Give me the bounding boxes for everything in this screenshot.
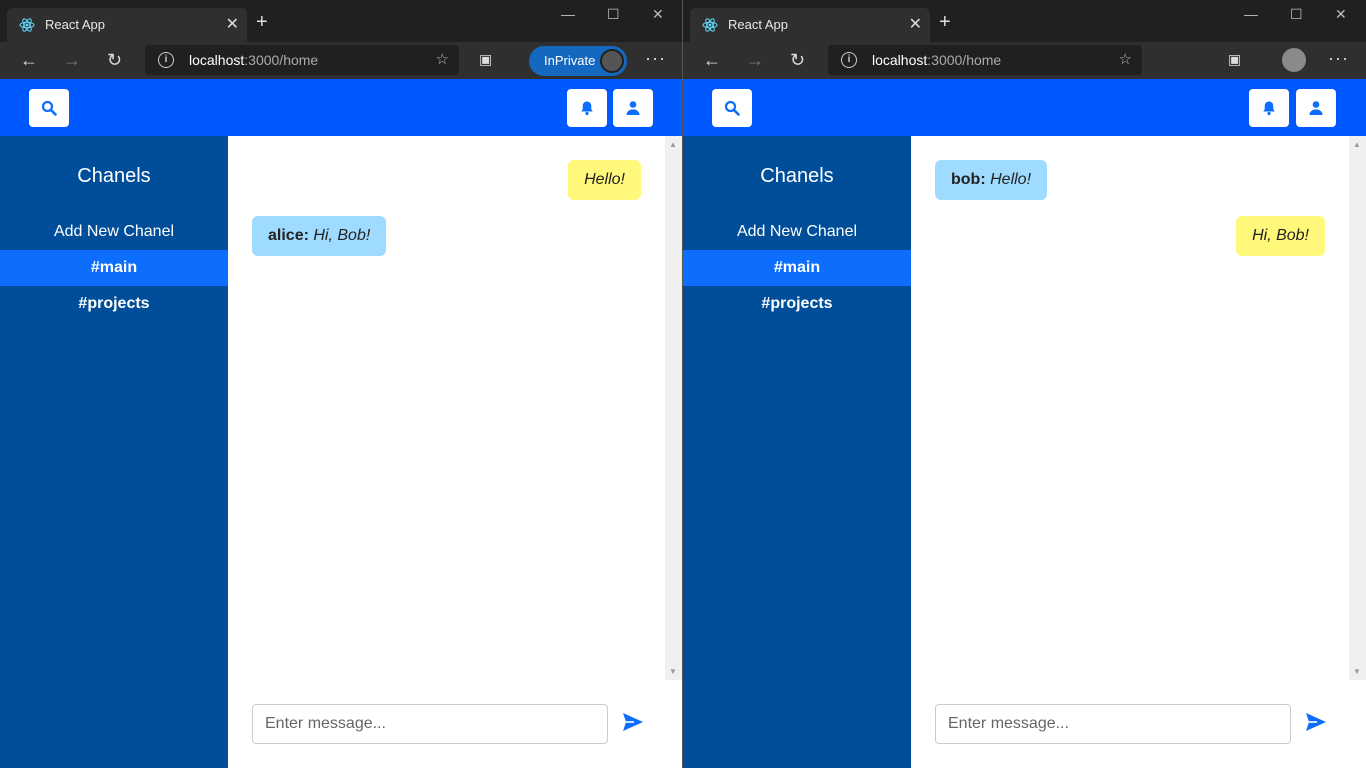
back-icon[interactable]: ← (703, 50, 721, 70)
close-window-icon[interactable]: ✕ (1335, 6, 1347, 23)
profile-avatar-icon (600, 49, 624, 73)
search-icon (41, 100, 57, 116)
channel-item-main[interactable]: #main (683, 250, 911, 286)
message-bubble-own: Hi, Bob! (1236, 216, 1325, 256)
tab-title: React App (728, 17, 788, 32)
scroll-up-icon[interactable]: ▲ (669, 140, 677, 149)
channels-sidebar: Chanels Add New Chanel #main #projects (0, 136, 228, 768)
favorite-star-icon[interactable]: ☆ (1119, 50, 1132, 68)
message-bubble-other: bob: Hello! (935, 160, 1048, 200)
info-icon[interactable]: i (841, 52, 857, 68)
user-icon (626, 101, 640, 115)
message-composer (228, 680, 682, 768)
forward-icon[interactable]: → (63, 50, 81, 70)
close-tab-icon[interactable]: ✕ (909, 14, 922, 34)
more-options-icon[interactable]: ··· (645, 48, 666, 69)
notifications-button[interactable] (567, 89, 607, 127)
browser-window-right: React App ✕ + — ☐ ✕ ← → ↻ i localhost:30… (683, 0, 1366, 768)
title-bar: React App ✕ + — ☐ ✕ (683, 0, 1366, 42)
user-icon (1309, 101, 1323, 115)
address-bar[interactable]: i localhost:3000/home ☆ (828, 45, 1142, 75)
browser-toolbar: ← → ↻ i localhost:3000/home ☆ ▣ ··· (683, 42, 1366, 79)
tab-title: React App (45, 17, 105, 32)
channel-item-projects[interactable]: #projects (683, 286, 911, 322)
app-header (0, 79, 682, 136)
message-input[interactable] (252, 704, 608, 744)
react-logo-icon (19, 18, 35, 32)
search-button[interactable] (29, 89, 69, 127)
message-list: Hello! alice: Hi, Bob! (228, 136, 665, 680)
channels-sidebar: Chanels Add New Chanel #main #projects (683, 136, 911, 768)
info-icon[interactable]: i (158, 52, 174, 68)
react-logo-icon (702, 18, 718, 32)
channel-item-main[interactable]: #main (0, 250, 228, 286)
message-bubble-own: Hello! (568, 160, 641, 200)
forward-icon[interactable]: → (746, 50, 764, 70)
add-channel-button[interactable]: Add New Chanel (0, 223, 228, 241)
scroll-up-icon[interactable]: ▲ (1353, 140, 1361, 149)
channel-item-projects[interactable]: #projects (0, 286, 228, 322)
send-icon[interactable] (622, 712, 644, 732)
profile-avatar-icon[interactable] (1282, 48, 1306, 72)
add-channel-button[interactable]: Add New Chanel (683, 223, 911, 241)
message-bubble-other: alice: Hi, Bob! (252, 216, 387, 256)
user-button[interactable] (1296, 89, 1336, 127)
chat-app: Chanels Add New Chanel #main #projects b… (683, 79, 1366, 768)
user-button[interactable] (613, 89, 653, 127)
scroll-down-icon[interactable]: ▼ (669, 667, 677, 676)
search-button[interactable] (712, 89, 752, 127)
app-header (683, 79, 1366, 136)
browser-tab[interactable]: React App ✕ (7, 8, 247, 42)
favorite-star-icon[interactable]: ☆ (436, 50, 449, 68)
close-window-icon[interactable]: ✕ (652, 6, 664, 23)
minimize-icon[interactable]: — (561, 6, 575, 22)
new-tab-icon[interactable]: + (939, 12, 951, 32)
address-bar[interactable]: i localhost:3000/home ☆ (145, 45, 459, 75)
send-icon[interactable] (1305, 712, 1327, 732)
message-list: bob: Hello! Hi, Bob! (911, 136, 1349, 680)
sidebar-title: Chanels (77, 165, 151, 187)
close-tab-icon[interactable]: ✕ (226, 14, 239, 34)
maximize-icon[interactable]: ☐ (1290, 6, 1303, 23)
reload-icon[interactable]: ↻ (107, 50, 122, 70)
chat-app: Chanels Add New Chanel #main #projects H… (0, 79, 682, 768)
more-options-icon[interactable]: ··· (1328, 48, 1349, 69)
browser-tab[interactable]: React App ✕ (690, 8, 930, 42)
inprivate-button[interactable]: InPrivate (529, 46, 627, 76)
reload-icon[interactable]: ↻ (790, 50, 805, 70)
browser-window-left: React App ✕ + — ☐ ✕ ← → ↻ i localhost:30… (0, 0, 683, 768)
url-text: localhost:3000/home (189, 52, 319, 68)
message-composer (911, 680, 1366, 768)
search-icon (724, 100, 740, 116)
new-tab-icon[interactable]: + (256, 12, 268, 32)
notifications-button[interactable] (1249, 89, 1289, 127)
maximize-icon[interactable]: ☐ (607, 6, 620, 23)
scrollbar[interactable]: ▲ ▼ (665, 136, 682, 680)
bell-icon (1263, 101, 1275, 116)
scroll-down-icon[interactable]: ▼ (1353, 667, 1361, 676)
collections-icon[interactable]: ▣ (479, 51, 492, 68)
minimize-icon[interactable]: — (1244, 6, 1258, 22)
browser-toolbar: ← → ↻ i localhost:3000/home ☆ ▣ InPrivat… (0, 42, 682, 79)
scrollbar[interactable]: ▲ ▼ (1349, 136, 1366, 680)
url-text: localhost:3000/home (872, 52, 1002, 68)
collections-icon[interactable]: ▣ (1228, 51, 1241, 68)
bell-icon (581, 101, 593, 116)
message-input[interactable] (935, 704, 1291, 744)
sidebar-title: Chanels (760, 165, 834, 187)
back-icon[interactable]: ← (20, 50, 38, 70)
title-bar: React App ✕ + — ☐ ✕ (0, 0, 682, 42)
